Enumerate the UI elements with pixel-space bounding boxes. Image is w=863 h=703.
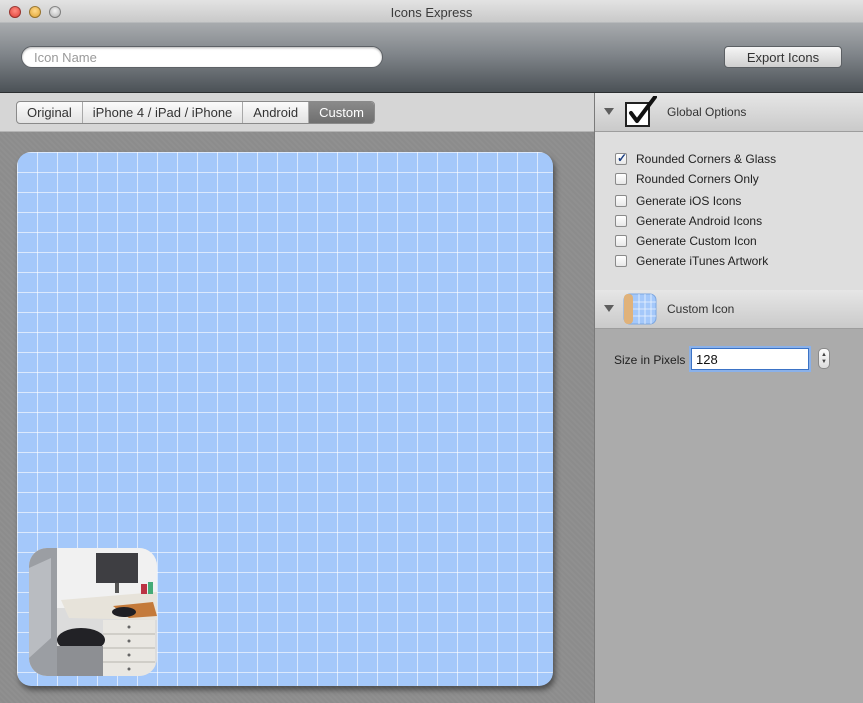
- size-in-pixels-input[interactable]: [691, 348, 809, 370]
- custom-icon-title: Custom Icon: [667, 302, 735, 316]
- option-label: Generate iTunes Artwork: [636, 254, 769, 268]
- option-generate-itunes[interactable]: Generate iTunes Artwork: [615, 253, 768, 269]
- option-generate-custom[interactable]: Generate Custom Icon: [615, 233, 757, 249]
- tab-android[interactable]: Android: [243, 102, 310, 123]
- size-stepper[interactable]: ▲ ▼: [818, 348, 830, 369]
- option-label: Generate Custom Icon: [636, 234, 757, 248]
- options-pane: Global Options Rounded Corners & Glass R…: [594, 93, 863, 703]
- global-options-body: Rounded Corners & Glass Rounded Corners …: [595, 132, 863, 292]
- icon-grid-canvas[interactable]: [17, 152, 553, 686]
- canvas-area: [0, 132, 594, 703]
- option-label: Rounded Corners Only: [636, 172, 759, 186]
- size-in-pixels-label: Size in Pixels: [614, 353, 686, 367]
- window-toolbar: Icons Express Export Icons: [0, 0, 863, 93]
- custom-icon-header[interactable]: Custom Icon: [595, 290, 863, 329]
- checkbox[interactable]: [615, 195, 627, 207]
- checkbox[interactable]: [615, 151, 627, 165]
- export-icons-button[interactable]: Export Icons: [724, 46, 842, 68]
- checkbox[interactable]: [615, 255, 627, 267]
- custom-icon-thumbnail-icon: [623, 293, 657, 325]
- checkbox[interactable]: [615, 173, 627, 185]
- icon-preview-image[interactable]: [29, 548, 157, 676]
- format-segmented-control: Original iPhone 4 / iPad / iPhone Androi…: [16, 101, 375, 124]
- global-options-header[interactable]: Global Options: [595, 93, 863, 132]
- desk-photo-icon: [29, 548, 157, 676]
- option-generate-ios[interactable]: Generate iOS Icons: [615, 193, 741, 209]
- disclosure-triangle-icon[interactable]: [604, 108, 614, 115]
- option-rounded-corners-only[interactable]: Rounded Corners Only: [615, 171, 759, 187]
- title-bar: Icons Express: [0, 0, 863, 23]
- icon-name-input[interactable]: [21, 46, 383, 68]
- checkmark-box-icon: [625, 96, 657, 127]
- option-label: Rounded Corners & Glass: [636, 152, 777, 166]
- preview-pane: Original iPhone 4 / iPad / iPhone Androi…: [0, 93, 594, 703]
- option-rounded-corners-glass[interactable]: Rounded Corners & Glass: [615, 151, 776, 167]
- checkbox[interactable]: [615, 215, 627, 227]
- tab-bar: Original iPhone 4 / iPad / iPhone Androi…: [0, 93, 594, 132]
- option-generate-android[interactable]: Generate Android Icons: [615, 213, 762, 229]
- tab-iphone-ipad[interactable]: iPhone 4 / iPad / iPhone: [83, 102, 244, 123]
- stepper-down-icon[interactable]: ▼: [821, 359, 827, 366]
- tab-custom[interactable]: Custom: [309, 102, 374, 123]
- tab-original[interactable]: Original: [17, 102, 83, 123]
- disclosure-triangle-icon[interactable]: [604, 305, 614, 312]
- stepper-up-icon[interactable]: ▲: [821, 352, 827, 359]
- global-options-title: Global Options: [667, 105, 747, 119]
- option-label: Generate iOS Icons: [636, 194, 742, 208]
- checkbox[interactable]: [615, 235, 627, 247]
- window-title: Icons Express: [390, 5, 473, 20]
- option-label: Generate Android Icons: [636, 214, 763, 228]
